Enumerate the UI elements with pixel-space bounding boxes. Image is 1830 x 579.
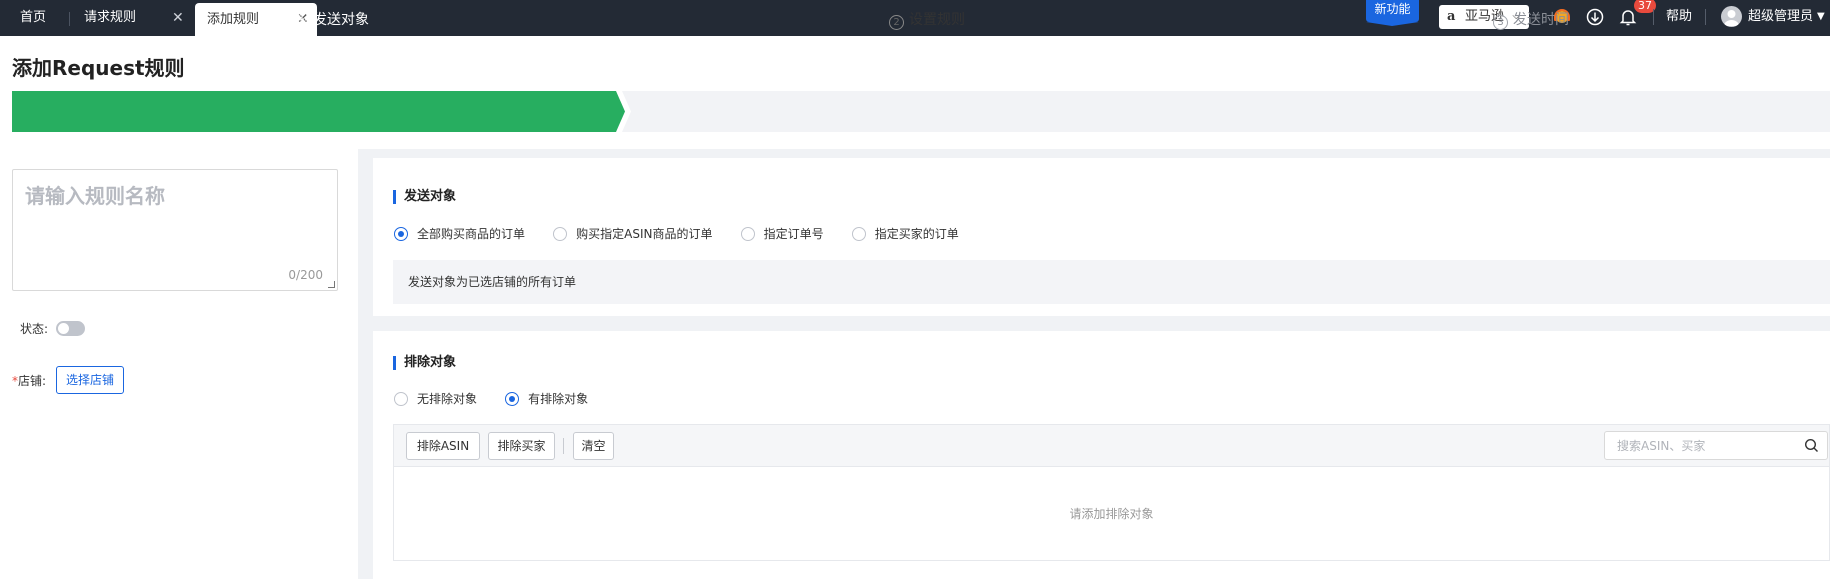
exclude-search	[1604, 431, 1828, 460]
send-target-info: 发送对象为已选店铺的所有订单	[393, 260, 1830, 304]
send-target-card: 发送对象 全部购买商品的订单 购买指定ASIN商品的订单 指定订单号 指定买家的…	[373, 158, 1830, 316]
select-store-button[interactable]: 选择店铺	[56, 366, 124, 394]
radio-specified-asin-label: 购买指定ASIN商品的订单	[576, 227, 713, 241]
radio-specified-asin[interactable]: 购买指定ASIN商品的订单	[553, 225, 713, 242]
exclude-target-title: 排除对象	[393, 356, 456, 370]
search-icon[interactable]	[1804, 438, 1819, 453]
step-3: 3 发送时间	[1232, 0, 1830, 41]
step-3-bg	[1230, 91, 1830, 132]
step-2-number: 2	[889, 15, 904, 30]
character-count: 0/200	[288, 268, 323, 282]
step-1-label: 选择发送对象	[285, 12, 369, 28]
exclude-target-card: 排除对象 无排除对象 有排除对象 排除ASIN 排除买家 清空 请添加排除对象	[373, 331, 1830, 579]
step-3-label: 发送时间	[1513, 12, 1569, 28]
step-1: ✓ 选择发送对象	[12, 0, 622, 41]
send-target-title: 发送对象	[393, 190, 456, 204]
radio-has-exclude-label: 有排除对象	[528, 392, 589, 406]
toggle-knob	[58, 323, 69, 334]
step-1-bg	[12, 91, 625, 132]
status-label: 状态:	[20, 322, 49, 336]
exclude-toolbar: 排除ASIN 排除买家 清空	[394, 425, 1829, 467]
send-target-options: 全部购买商品的订单 购买指定ASIN商品的订单 指定订单号 指定买家的订单	[394, 225, 983, 245]
status-toggle[interactable]	[56, 321, 85, 336]
rule-name-placeholder: 请输入规则名称	[25, 184, 165, 208]
radio-dot	[394, 226, 408, 241]
divider	[563, 438, 564, 454]
radio-dot	[740, 226, 755, 241]
radio-all-orders-label: 全部购买商品的订单	[417, 227, 526, 241]
step-2-bg	[622, 91, 1241, 132]
exclude-search-input[interactable]	[1605, 432, 1785, 459]
exclude-list-panel: 排除ASIN 排除买家 清空 请添加排除对象	[393, 424, 1830, 561]
rule-name-input[interactable]: 请输入规则名称 0/200	[12, 169, 338, 291]
radio-no-exclude[interactable]: 无排除对象	[394, 390, 477, 407]
page-title: 添加Request规则	[12, 56, 185, 80]
radio-dot	[505, 391, 520, 406]
radio-specified-buyer-label: 指定买家的订单	[874, 227, 959, 241]
rule-settings-panel: 请输入规则名称 0/200 状态: *店铺: 选择店铺	[0, 149, 358, 579]
step-2: 2 设置规则	[622, 0, 1232, 41]
radio-specified-buyer[interactable]: 指定买家的订单	[851, 225, 959, 242]
clear-button[interactable]: 清空	[573, 432, 614, 460]
radio-no-exclude-label: 无排除对象	[417, 392, 478, 406]
exclude-empty-text: 请添加排除对象	[1069, 507, 1154, 521]
exclude-options: 无排除对象 有排除对象	[394, 390, 612, 410]
radio-all-orders[interactable]: 全部购买商品的订单	[394, 225, 525, 242]
radio-dot	[553, 226, 568, 241]
store-label-text: 店铺:	[18, 374, 47, 388]
radio-dot	[394, 391, 408, 406]
resize-handle-icon[interactable]	[328, 281, 335, 288]
step-3-number: 3	[1493, 15, 1508, 30]
radio-has-exclude[interactable]: 有排除对象	[505, 390, 588, 407]
exclude-asin-button[interactable]: 排除ASIN	[406, 432, 480, 460]
step-2-label: 设置规则	[909, 12, 965, 28]
radio-specified-order[interactable]: 指定订单号	[740, 225, 824, 242]
exclude-buyer-button[interactable]: 排除买家	[488, 432, 555, 460]
check-circle-icon: ✓	[265, 16, 280, 31]
radio-specified-order-label: 指定订单号	[763, 227, 824, 241]
step-progress	[12, 91, 1830, 132]
store-label: *店铺:	[12, 372, 46, 389]
radio-dot	[851, 226, 866, 241]
